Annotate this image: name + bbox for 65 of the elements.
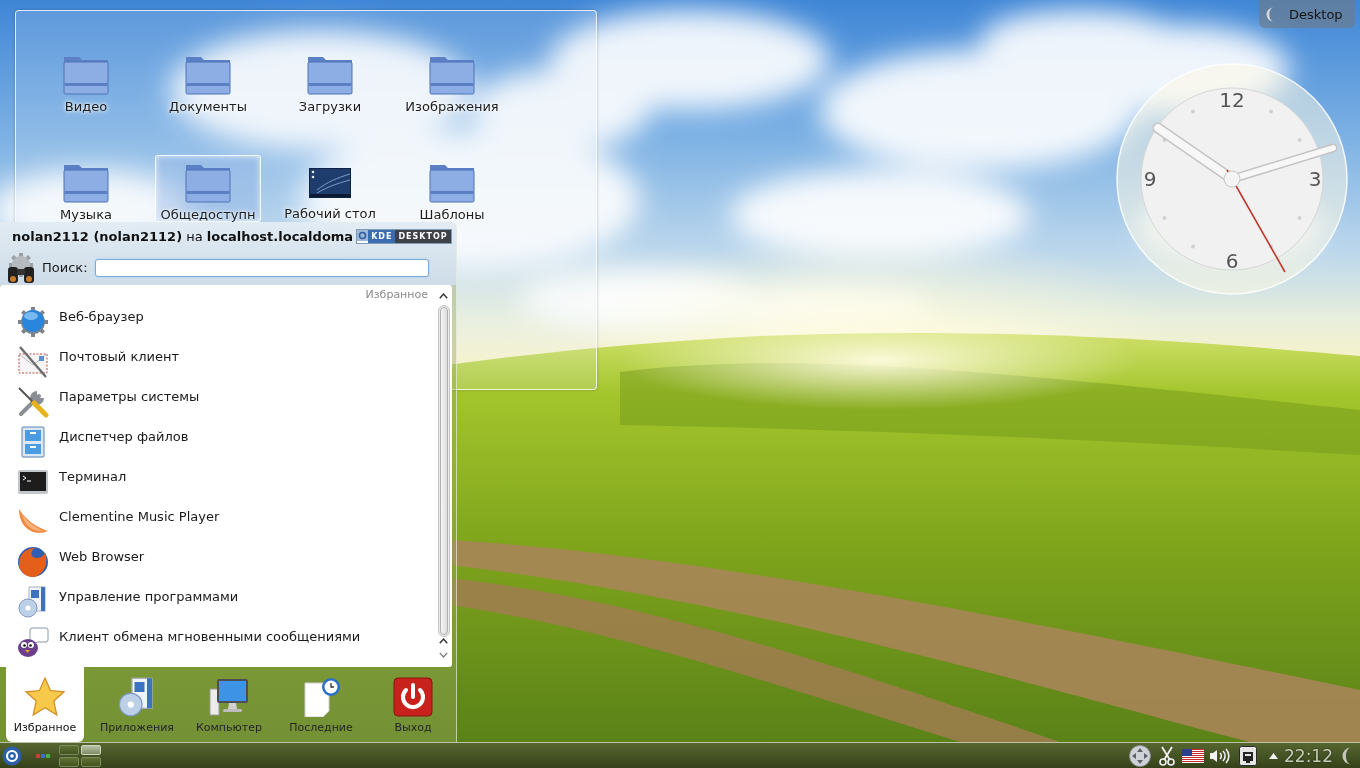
document-clock-icon <box>301 677 341 717</box>
folder-item[interactable]: Рабочий стол <box>277 155 383 222</box>
desktop-button[interactable]: Desktop <box>1259 0 1355 28</box>
menu-item[interactable]: Терминал <box>0 462 436 502</box>
monitor-icon <box>209 677 249 717</box>
flag-icon[interactable] <box>1182 748 1204 763</box>
menu-tab[interactable]: Приложения <box>98 667 176 742</box>
caret-up-icon[interactable] <box>439 293 448 299</box>
folder-icon <box>185 163 231 203</box>
clock-numeral: 12 <box>1219 88 1245 112</box>
folder-icon <box>63 163 109 203</box>
caret-up-icon[interactable] <box>1269 752 1278 759</box>
folder-icon <box>63 55 109 95</box>
logo-text: KDE <box>368 229 396 243</box>
folder-icon <box>429 163 475 203</box>
folder-icon <box>307 55 353 95</box>
globe-gear-icon <box>17 306 49 338</box>
dots-icon[interactable] <box>35 752 51 759</box>
folder-icon <box>429 55 475 95</box>
menu-item[interactable]: Параметры системы <box>0 382 436 422</box>
clock-numeral: 3 <box>1308 167 1322 191</box>
ethernet-icon[interactable] <box>1239 745 1257 766</box>
penguin-bubble-icon <box>17 626 49 658</box>
folder-item[interactable]: Шаблоны <box>399 155 505 222</box>
ring-icon <box>357 229 369 241</box>
four-arrows-icon[interactable] <box>1129 744 1151 767</box>
clock-numeral: 6 <box>1225 249 1239 273</box>
wrench-screwdriver-icon <box>17 386 49 418</box>
menu-item[interactable]: Веб-браузер <box>0 302 436 342</box>
menu-item[interactable]: Почтовый клиент <box>0 342 436 382</box>
menu-tab[interactable]: Избранное <box>6 667 84 742</box>
binoculars-icon <box>5 251 37 284</box>
search-field[interactable] <box>94 258 429 277</box>
star-icon <box>25 677 65 717</box>
disc-logo-icon[interactable] <box>2 745 22 766</box>
folder-item[interactable]: Загрузки <box>277 47 383 114</box>
caret-down-icon[interactable] <box>439 652 448 658</box>
section-title: Избранное <box>365 287 428 302</box>
menu-tab[interactable]: Последние <box>282 667 360 742</box>
folder-item[interactable]: Видео <box>33 47 139 114</box>
menu-item[interactable]: Управление программами <box>0 582 436 622</box>
user-host-label: nolan2112 (nolan2112) на localhost.localdoma <box>12 228 354 244</box>
folder-icon <box>185 55 231 95</box>
folder-item[interactable]: Изображения <box>399 47 505 114</box>
menu-item[interactable]: Web Browser <box>0 542 436 582</box>
folder-item[interactable]: Документы <box>155 47 261 114</box>
caret-up-icon[interactable] <box>439 638 448 644</box>
menu-item[interactable]: Clementine Music Player <box>0 502 436 542</box>
menu-item[interactable]: Клиент обмена мгновенными сообщениями <box>0 622 436 662</box>
envelope-pen-icon <box>17 346 49 378</box>
volume-icon[interactable] <box>1209 747 1231 764</box>
clock-pivot <box>1223 170 1241 188</box>
scissors-icon[interactable] <box>1159 745 1175 766</box>
clock-numeral: 9 <box>1143 167 1157 191</box>
clock-time: 22:12 <box>1284 745 1333 766</box>
menu-tab[interactable]: Выход <box>374 667 452 742</box>
search-label: Поиск: <box>42 260 88 275</box>
power-icon <box>393 677 433 717</box>
menu-item[interactable]: Диспетчер файлов <box>0 422 436 462</box>
menu-tab[interactable]: Компьютер <box>190 667 268 742</box>
fox-globe-icon <box>17 546 49 578</box>
disc-box-icon <box>17 586 49 618</box>
screen-icon <box>309 167 351 198</box>
logo-text: DESKTOP <box>395 229 451 243</box>
folder-item[interactable]: Музыка <box>33 155 139 222</box>
